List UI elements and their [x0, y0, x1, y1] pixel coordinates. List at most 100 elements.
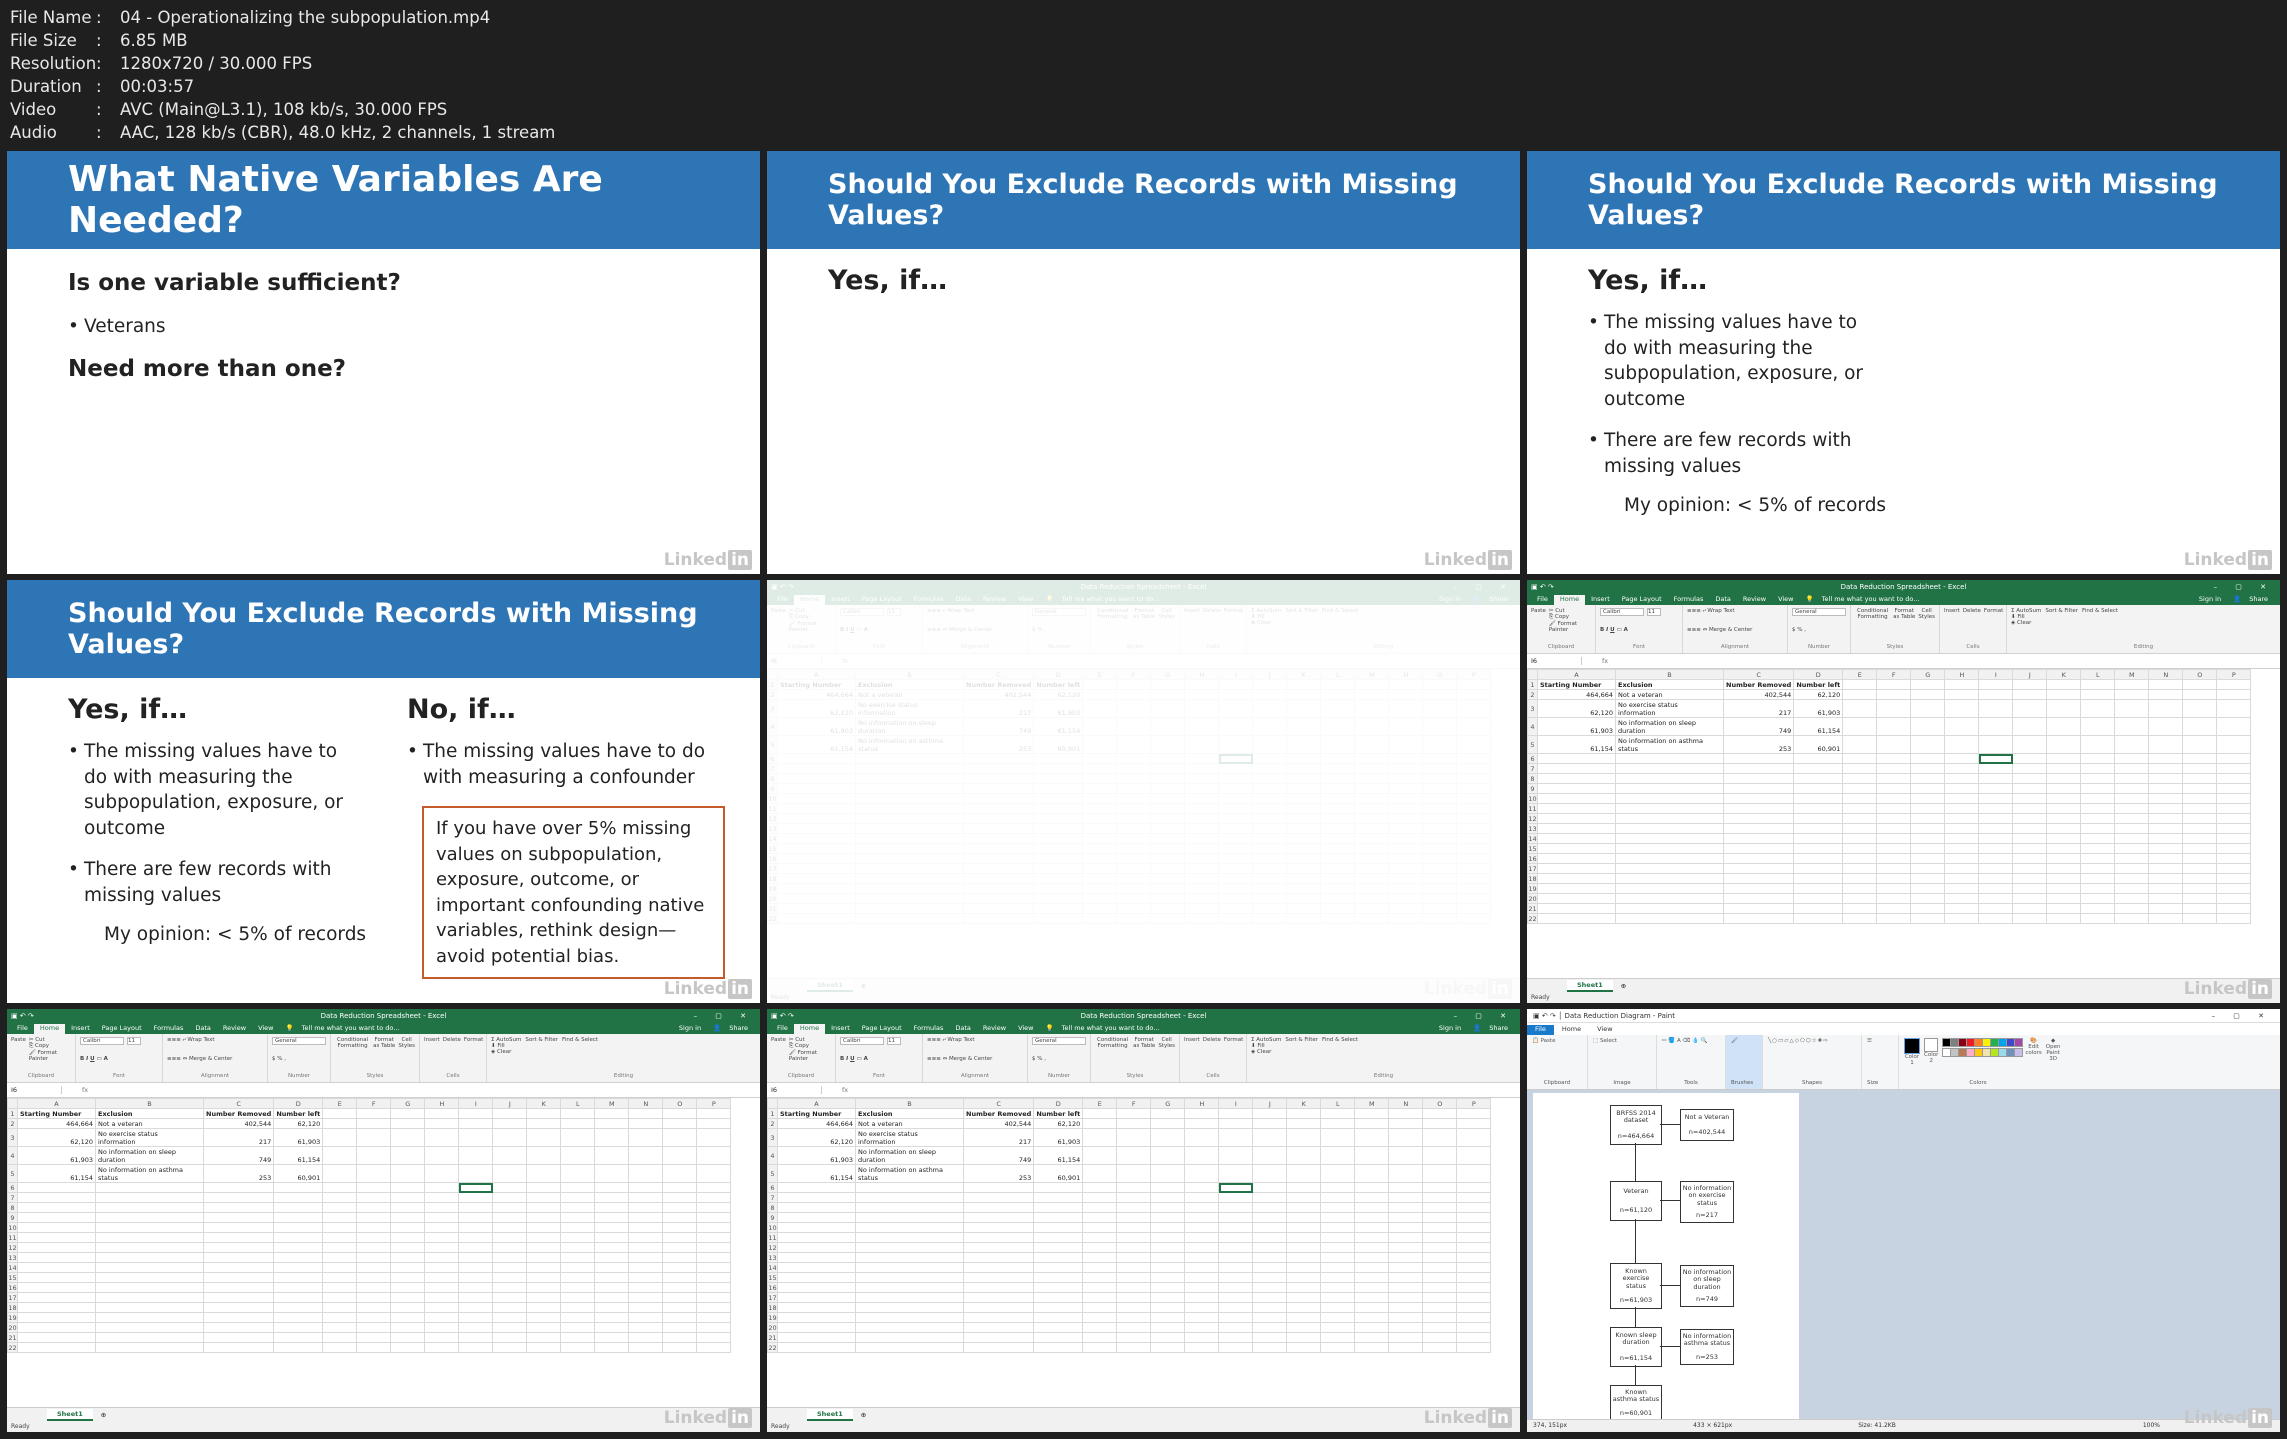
cell[interactable]	[1218, 1192, 1254, 1203]
cell[interactable]	[1388, 1232, 1424, 1243]
column-header[interactable]: M	[2114, 669, 2150, 680]
cell[interactable]	[1388, 1302, 1424, 1313]
cell[interactable]	[1218, 1222, 1254, 1233]
cell[interactable]	[1184, 1322, 1220, 1333]
cell[interactable]	[1944, 689, 1980, 700]
cell[interactable]	[962, 1272, 1035, 1283]
save-icon[interactable]: ▣ ↶ ↷ │	[1533, 1012, 1564, 1020]
cell[interactable]	[1722, 873, 1795, 884]
save-icon[interactable]: ▣ ↶ ↷	[11, 1012, 34, 1020]
window-controls[interactable]: – ▢ ✕	[694, 1012, 754, 1020]
cell[interactable]	[1252, 1272, 1288, 1283]
cell[interactable]	[1218, 1262, 1254, 1273]
cell[interactable]	[1218, 1182, 1254, 1193]
row-header[interactable]: 22	[7, 1342, 18, 1353]
cell[interactable]	[202, 1242, 275, 1253]
cell[interactable]	[2182, 823, 2218, 834]
cell[interactable]	[1150, 1212, 1186, 1223]
cell[interactable]	[2114, 773, 2150, 784]
cell[interactable]	[696, 1342, 732, 1353]
cell[interactable]	[696, 1252, 732, 1263]
cell[interactable]	[95, 1182, 204, 1193]
cell[interactable]	[1320, 1272, 1356, 1283]
format-as-table-button[interactable]: Format as Table	[1892, 608, 1916, 620]
cell[interactable]	[322, 1128, 358, 1147]
menu-data[interactable]: Data	[1709, 595, 1737, 605]
row-header[interactable]: 19	[1527, 883, 1538, 894]
cell[interactable]	[560, 1242, 596, 1253]
row-header[interactable]: 14	[767, 1262, 778, 1273]
cell[interactable]	[628, 1272, 664, 1283]
cell[interactable]	[2012, 833, 2048, 844]
conditional-formatting-button[interactable]: Conditional Formatting	[335, 1037, 370, 1049]
cell[interactable]	[1082, 1146, 1118, 1165]
cell[interactable]	[322, 1322, 358, 1333]
cell[interactable]: Not a veteran	[855, 1118, 964, 1129]
window-controls[interactable]: – ▢ ✕	[2214, 583, 2274, 591]
cell[interactable]	[662, 1212, 698, 1223]
cell[interactable]	[2216, 883, 2252, 894]
cell[interactable]	[458, 1108, 494, 1119]
cell[interactable]	[424, 1212, 460, 1223]
cell[interactable]	[1320, 1192, 1356, 1203]
cell[interactable]	[2148, 689, 2184, 700]
cell[interactable]	[2148, 717, 2184, 736]
cell[interactable]	[322, 1312, 358, 1323]
copy-button[interactable]: ⎘ Copy	[789, 1043, 831, 1050]
cell[interactable]	[424, 1118, 460, 1129]
cell[interactable]	[390, 1262, 426, 1273]
cell[interactable]	[273, 1292, 324, 1303]
cell[interactable]: No information on sleepduration	[855, 1146, 964, 1165]
cell[interactable]	[2148, 679, 2184, 690]
cell[interactable]	[1793, 883, 1844, 894]
cell[interactable]	[492, 1282, 528, 1293]
wrap-text-button[interactable]: ≡≡≡ ⤶ Wrap Text	[167, 1037, 263, 1044]
cell[interactable]	[1252, 1212, 1288, 1223]
cell[interactable]	[526, 1182, 562, 1193]
cell[interactable]	[202, 1232, 275, 1243]
cell[interactable]	[1354, 1222, 1390, 1233]
cell[interactable]	[1456, 1312, 1492, 1323]
cell[interactable]	[95, 1332, 204, 1343]
cell[interactable]	[1033, 1312, 1084, 1323]
cell[interactable]	[855, 1262, 964, 1273]
cell[interactable]	[2046, 717, 2082, 736]
column-header[interactable]: D	[1793, 669, 1844, 680]
cell[interactable]	[424, 1128, 460, 1147]
cell[interactable]	[2114, 793, 2150, 804]
cell[interactable]	[1978, 717, 2014, 736]
cell[interactable]	[1910, 735, 1946, 754]
cell[interactable]	[1876, 773, 1912, 784]
column-header[interactable]: C	[202, 1098, 275, 1109]
cell[interactable]	[1978, 813, 2014, 824]
cell[interactable]	[1978, 753, 2014, 764]
cell[interactable]	[1876, 823, 1912, 834]
cell[interactable]: 62,120	[1033, 1118, 1084, 1129]
cell[interactable]	[2114, 893, 2150, 904]
cell[interactable]	[1793, 873, 1844, 884]
cell[interactable]	[424, 1262, 460, 1273]
cell[interactable]	[1793, 843, 1844, 854]
cell[interactable]	[17, 1192, 96, 1203]
row-header[interactable]: 9	[767, 1212, 778, 1223]
column-header[interactable]: M	[594, 1098, 630, 1109]
cell[interactable]	[696, 1202, 732, 1213]
cell[interactable]	[2080, 699, 2116, 718]
cell[interactable]	[1944, 913, 1980, 924]
cell[interactable]	[1842, 843, 1878, 854]
cell[interactable]	[696, 1182, 732, 1193]
cell[interactable]	[1218, 1332, 1254, 1343]
cell[interactable]	[390, 1202, 426, 1213]
cell[interactable]	[458, 1262, 494, 1273]
cell[interactable]	[356, 1146, 392, 1165]
cell[interactable]	[17, 1252, 96, 1263]
cell[interactable]	[390, 1302, 426, 1313]
cell[interactable]	[1116, 1164, 1152, 1183]
row-header[interactable]: 16	[767, 1282, 778, 1293]
cell[interactable]	[560, 1182, 596, 1193]
cell[interactable]	[1422, 1222, 1458, 1233]
cell[interactable]: No information on asthmastatus	[1615, 735, 1724, 754]
cell[interactable]	[95, 1202, 204, 1213]
cell[interactable]	[1456, 1182, 1492, 1193]
cell[interactable]	[2114, 735, 2150, 754]
